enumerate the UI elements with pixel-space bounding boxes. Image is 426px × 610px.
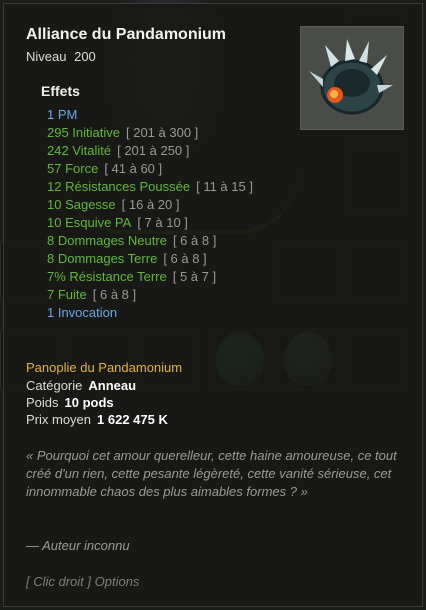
item-tooltip: Alliance du Pandamonium Niveau 200 Effet…	[3, 3, 423, 607]
effect-line: 1 PM	[47, 107, 78, 122]
set-link[interactable]: Panoplie du Pandamonium	[26, 360, 182, 375]
effect-line: 8 Dommages Terre[ 6 à 8 ]	[47, 251, 207, 266]
effect-line: 242 Vitalité[ 201 à 250 ]	[47, 143, 190, 158]
effect-line: 10 Sagesse[ 16 à 20 ]	[47, 197, 180, 212]
description-author: — Auteur inconnu	[26, 538, 130, 553]
price-label: Prix moyen	[26, 412, 92, 427]
price-value: 1 622 475 K	[97, 412, 168, 427]
effect-line: 7 Fuite[ 6 à 8 ]	[47, 287, 137, 302]
category-row: Catégorie Anneau	[26, 378, 136, 393]
spiked-ring-icon	[309, 39, 393, 115]
item-description: « Pourquoi cet amour querelleur, cette h…	[26, 448, 397, 499]
effect-line: 7% Résistance Terre[ 5 à 7 ]	[47, 269, 217, 284]
effect-line: 12 Résistances Poussée[ 11 à 15 ]	[47, 179, 253, 194]
weight-row: Poids 10 pods	[26, 395, 114, 410]
item-name: Alliance du Pandamonium	[26, 26, 227, 43]
effect-line: 295 Initiative[ 201 à 300 ]	[47, 125, 199, 140]
item-icon-frame	[300, 26, 404, 130]
effect-line: 8 Dommages Neutre[ 6 à 8 ]	[47, 233, 217, 248]
price-row: Prix moyen 1 622 475 K	[26, 412, 168, 427]
weight-value: 10 pods	[64, 395, 114, 410]
effect-line: 1 Invocation	[47, 305, 118, 320]
effects-heading: Effets	[41, 83, 80, 99]
level-label: Niveau	[26, 49, 67, 64]
effect-line: 57 Force[ 41 à 60 ]	[47, 161, 163, 176]
effects-list: 1 PM 295 Initiative[ 201 à 300 ] 242 Vit…	[47, 106, 253, 322]
item-level: Niveau 200	[26, 49, 96, 64]
category-label: Catégorie	[26, 378, 83, 393]
level-value: 200	[74, 49, 96, 64]
effect-line: 10 Esquive PA[ 7 à 10 ]	[47, 215, 188, 230]
weight-label: Poids	[26, 395, 59, 410]
right-click-options-hint: [ Clic droit ] Options	[26, 574, 140, 589]
category-value: Anneau	[88, 378, 137, 393]
